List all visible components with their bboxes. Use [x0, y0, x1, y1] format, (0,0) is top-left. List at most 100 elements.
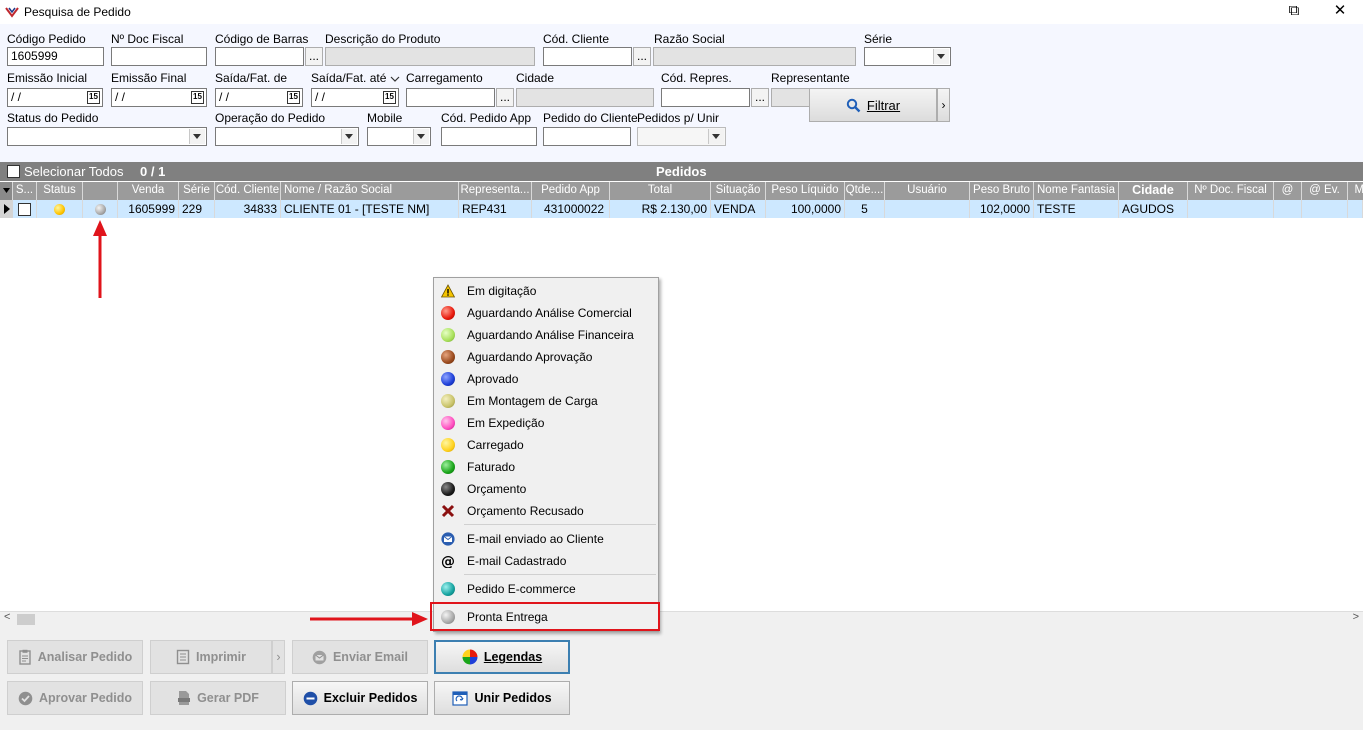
col-serie[interactable]: Série	[179, 182, 215, 200]
col-email-ev[interactable]: @ Ev.	[1302, 182, 1348, 200]
mobile-dropdown[interactable]	[367, 127, 431, 146]
analisar-pedido-button[interactable]: Analisar Pedido	[7, 640, 143, 674]
col-nome-fantasia[interactable]: Nome Fantasia	[1034, 182, 1119, 200]
calendar-icon[interactable]: 15	[287, 91, 300, 104]
restore-button[interactable]: ⧉	[1271, 0, 1317, 24]
menu-item-carregado[interactable]: Carregado	[434, 434, 658, 456]
pedidos-unir-dropdown[interactable]	[637, 127, 726, 146]
menu-item-label: Aguardando Análise Financeira	[467, 328, 634, 342]
col-cod-cliente[interactable]: Cód. Cliente	[215, 182, 281, 200]
menu-item-aguardando-aprovacao[interactable]: Aguardando Aprovação	[434, 346, 658, 368]
col-nr-doc-fiscal[interactable]: Nº Doc. Fiscal	[1188, 182, 1274, 200]
carregamento-input[interactable]	[406, 88, 495, 107]
olive-ball-icon	[441, 394, 455, 408]
status-pedido-dropdown[interactable]	[7, 127, 207, 146]
cod-repres-input[interactable]	[661, 88, 750, 107]
close-button[interactable]: ✕	[1317, 0, 1363, 24]
filtrar-options-button[interactable]: ›	[937, 88, 950, 122]
col-peso-liquido[interactable]: Peso Líquido	[766, 182, 845, 200]
col-nome[interactable]: Nome / Razão Social	[281, 182, 459, 200]
col-selecao[interactable]: S...	[13, 182, 37, 200]
cod-cliente-input[interactable]	[543, 47, 632, 66]
scroll-left-icon[interactable]: <	[4, 611, 10, 623]
emissao-inicial-date[interactable]: / / 15	[7, 88, 103, 107]
menu-item-aprovado[interactable]: Aprovado	[434, 368, 658, 390]
saida-fat-ate-date[interactable]: / / 15	[311, 88, 399, 107]
scroll-right-icon[interactable]: >	[1353, 611, 1359, 623]
col-peso-bruto[interactable]: Peso Bruto	[970, 182, 1034, 200]
nr-doc-fiscal-input[interactable]	[111, 47, 207, 66]
chevron-down-icon	[933, 49, 949, 64]
col-status[interactable]: Status	[37, 182, 83, 200]
col-pedido-app[interactable]: Pedido App	[532, 182, 610, 200]
cod-cliente-lookup-button[interactable]: ...	[633, 47, 651, 66]
nr-doc-fiscal-label: Nº Doc Fiscal	[111, 32, 184, 46]
codigo-barras-input[interactable]	[215, 47, 304, 66]
aprovar-pedido-button[interactable]: Aprovar Pedido	[7, 681, 143, 715]
operacao-pedido-dropdown[interactable]	[215, 127, 359, 146]
black-ball-icon	[441, 482, 455, 496]
row-email	[1274, 200, 1302, 218]
menu-item-faturado[interactable]: Faturado	[434, 456, 658, 478]
unir-pedidos-button[interactable]: Unir Pedidos	[434, 681, 570, 715]
excluir-pedidos-button[interactable]: Excluir Pedidos	[292, 681, 428, 715]
carregamento-lookup-button[interactable]: ...	[496, 88, 514, 107]
menu-item-email-enviado[interactable]: E-mail enviado ao Cliente	[434, 528, 658, 550]
menu-item-aguardando-analise-comercial[interactable]: Aguardando Análise Comercial	[434, 302, 658, 324]
saida-fat-de-date[interactable]: / / 15	[215, 88, 303, 107]
col-email[interactable]: @	[1274, 182, 1302, 200]
emissao-final-date[interactable]: / / 15	[111, 88, 207, 107]
col-usuario[interactable]: Usuário	[885, 182, 970, 200]
menu-item-pedido-ecommerce[interactable]: Pedido E-commerce	[434, 578, 658, 600]
menu-item-aguardando-analise-financeira[interactable]: Aguardando Análise Financeira	[434, 324, 658, 346]
col-cidade[interactable]: Cidade	[1119, 182, 1188, 200]
row-cod-cliente: 34833	[215, 200, 281, 218]
row-nome-fantasia: TESTE	[1034, 200, 1119, 218]
calendar-icon[interactable]: 15	[87, 91, 100, 104]
row-mo	[1348, 200, 1363, 218]
horizontal-scrollbar[interactable]: < >	[0, 611, 1363, 627]
gerar-pdf-button[interactable]: Gerar PDF	[150, 681, 286, 715]
cod-repres-lookup-button[interactable]: ...	[751, 88, 769, 107]
menu-item-em-expedicao[interactable]: Em Expedição	[434, 412, 658, 434]
row-checkbox[interactable]	[18, 203, 31, 216]
blue-ball-icon	[441, 372, 455, 386]
col-mo[interactable]: Mo	[1348, 182, 1363, 200]
menu-item-email-cadastrado[interactable]: @ E-mail Cadastrado	[434, 550, 658, 572]
legendas-button[interactable]: Legendas	[434, 640, 570, 674]
row-pedido-app: 431000022	[532, 200, 610, 218]
green-ball-icon	[441, 460, 455, 474]
menu-item-label: Aguardando Aprovação	[467, 350, 593, 364]
cod-pedido-app-input[interactable]	[441, 127, 537, 146]
calendar-icon[interactable]: 15	[383, 91, 396, 104]
table-row[interactable]: 1605999 229 34833 CLIENTE 01 - [TESTE NM…	[0, 200, 1363, 218]
serie-dropdown[interactable]	[864, 47, 951, 66]
filtrar-button[interactable]: Filtrar	[809, 88, 937, 122]
filtrar-label: Filtrar	[866, 97, 901, 113]
scrollbar-thumb[interactable]	[17, 614, 35, 625]
col-total[interactable]: Total	[610, 182, 711, 200]
calendar-icon[interactable]: 15	[191, 91, 204, 104]
gray-ball-icon[interactable]	[94, 204, 106, 216]
menu-item-em-montagem-de-carga[interactable]: Em Montagem de Carga	[434, 390, 658, 412]
col-representante[interactable]: Representa...	[459, 182, 532, 200]
pdf-icon	[178, 691, 191, 705]
enviar-email-button[interactable]: Enviar Email	[292, 640, 428, 674]
col-legenda[interactable]	[83, 182, 118, 200]
select-all-checkbox[interactable]	[7, 165, 20, 178]
menu-item-label: Pedido E-commerce	[467, 582, 576, 596]
imprimir-options-button[interactable]: ›	[272, 640, 285, 674]
col-situacao[interactable]: Situação	[711, 182, 766, 200]
menu-item-em-digitacao[interactable]: Em digitação	[434, 280, 658, 302]
pedido-cliente-input[interactable]	[543, 127, 631, 146]
col-qtde[interactable]: Qtde....	[845, 182, 885, 200]
codigo-barras-lookup-button[interactable]: ...	[305, 47, 323, 66]
menu-item-orcamento-recusado[interactable]: Orçamento Recusado	[434, 500, 658, 522]
codigo-pedido-input[interactable]: 1605999	[7, 47, 104, 66]
menu-item-orcamento[interactable]: Orçamento	[434, 478, 658, 500]
cidade-label: Cidade	[516, 71, 555, 85]
imprimir-button[interactable]: Imprimir	[150, 640, 272, 674]
menu-item-label: Em digitação	[467, 284, 537, 298]
col-venda[interactable]: Venda	[118, 182, 179, 200]
select-all-label[interactable]: Selecionar Todos	[24, 164, 124, 179]
